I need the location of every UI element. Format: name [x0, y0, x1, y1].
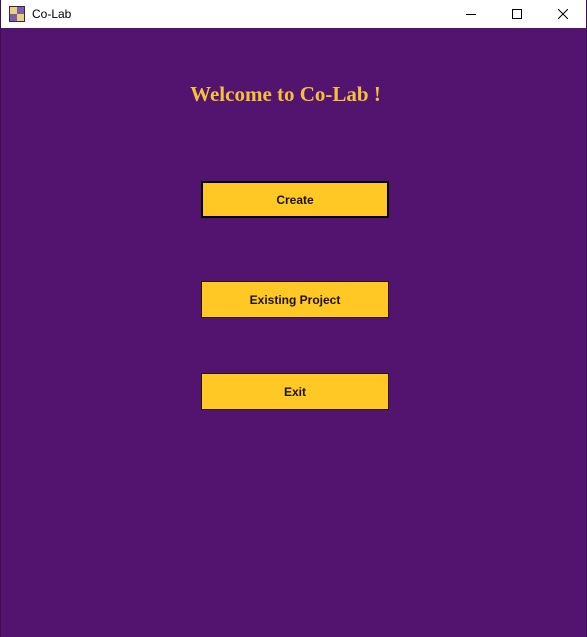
app-icon: [9, 6, 25, 22]
welcome-heading-text: Welcome to Co-Lab !: [190, 82, 381, 106]
minimize-button[interactable]: [448, 0, 494, 28]
exit-button[interactable]: Exit: [201, 373, 389, 410]
title-bar[interactable]: Co-Lab: [1, 0, 586, 28]
maximize-button[interactable]: [494, 0, 540, 28]
close-button[interactable]: [540, 0, 586, 28]
window-title: Co-Lab: [32, 7, 72, 21]
app-window: Co-Lab Welcome to Co-Lab ! Create Existi…: [0, 0, 587, 637]
maximize-icon: [512, 9, 522, 19]
welcome-heading: Welcome to Co-Lab !: [1, 82, 586, 107]
minimize-icon: [466, 14, 476, 15]
close-icon: [558, 9, 568, 19]
existing-project-button[interactable]: Existing Project: [201, 281, 389, 318]
create-button[interactable]: Create: [201, 181, 389, 218]
